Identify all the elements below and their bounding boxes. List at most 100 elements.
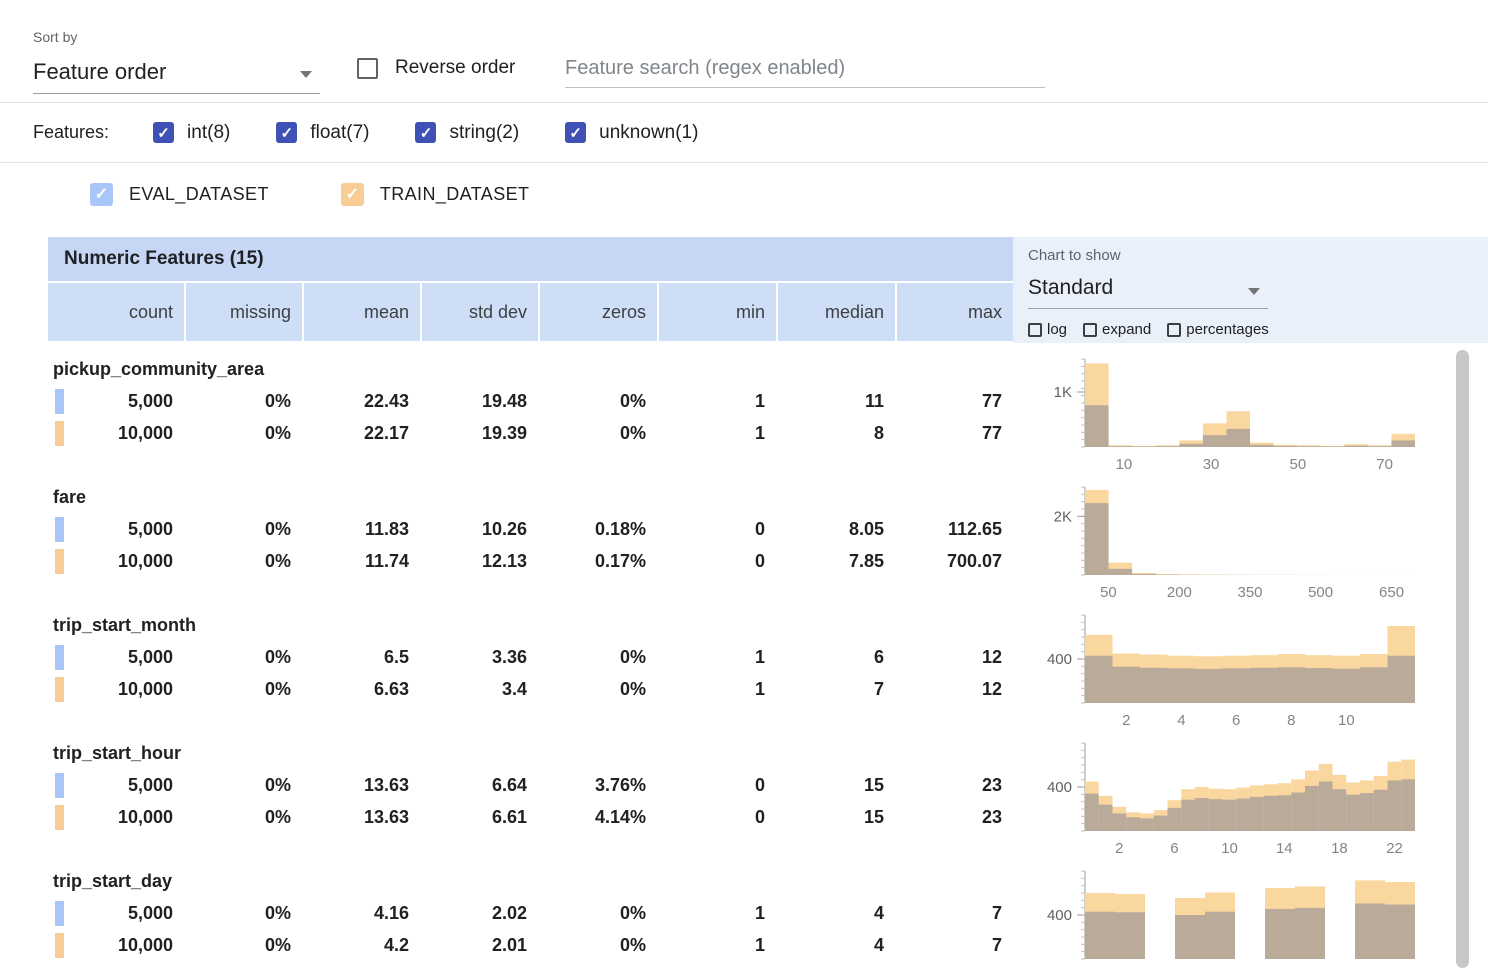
dataset-toggle-train[interactable]: ✓TRAIN_DATASET <box>341 183 530 206</box>
checkbox-checked-icon[interactable]: ✓ <box>90 183 113 206</box>
stat-value: 12 <box>895 673 1013 705</box>
stat-value: 2.01 <box>420 929 538 961</box>
stat-value: 10,000 <box>48 673 184 705</box>
stat-value: 0.17% <box>538 545 657 577</box>
checkbox-unchecked-icon[interactable] <box>1167 323 1181 337</box>
checkbox-checked-icon[interactable]: ✓ <box>276 122 297 143</box>
chart-option-label: expand <box>1102 321 1151 338</box>
checkbox-checked-icon[interactable]: ✓ <box>341 183 364 206</box>
stat-value: 2.02 <box>420 897 538 929</box>
chart-option-expand[interactable]: expand <box>1083 321 1151 338</box>
stats-row-train: 10,0000%22.1719.390%1877 <box>48 417 1013 449</box>
svg-text:30: 30 <box>1203 456 1220 473</box>
svg-text:4: 4 <box>1177 712 1185 729</box>
stat-value: 6.64 <box>420 769 538 801</box>
dataset-marker-train <box>55 421 64 446</box>
svg-text:6: 6 <box>1232 712 1240 729</box>
stat-value: 0% <box>538 929 657 961</box>
stat-value: 4.2 <box>302 929 420 961</box>
svg-text:400: 400 <box>1047 651 1072 668</box>
sort-by-dropdown[interactable]: Feature order <box>33 54 320 94</box>
checkbox-unchecked-icon[interactable] <box>1083 323 1097 337</box>
stat-value: 0 <box>657 513 776 545</box>
feature-search <box>565 50 1045 88</box>
feature-type-filter-list: ✓int(8)✓float(7)✓string(2)✓unknown(1) <box>153 122 744 144</box>
svg-text:18: 18 <box>1331 840 1348 857</box>
chart-options: log expand percentages <box>1028 321 1285 338</box>
svg-text:70: 70 <box>1376 456 1393 473</box>
feature-type-filter-string[interactable]: ✓ string(2) <box>415 122 519 144</box>
stat-value: 4 <box>776 929 895 961</box>
feature-block: trip_start_hour5,0000%13.636.643.76%0152… <box>48 737 1013 865</box>
feature-type-filter-float[interactable]: ✓ float(7) <box>276 122 369 144</box>
feature-type-filter-label: string(2) <box>449 122 519 144</box>
numeric-features-table: Numeric Features (15) countmissingmeanst… <box>48 237 1488 968</box>
dataset-toggle-eval[interactable]: ✓EVAL_DATASET <box>90 183 269 206</box>
stats-row-train: 10,0000%6.633.40%1712 <box>48 673 1013 705</box>
stat-value: 1 <box>657 673 776 705</box>
stat-value: 1 <box>657 417 776 449</box>
stat-value: 13.63 <box>302 769 420 801</box>
chart-option-percentages[interactable]: percentages <box>1167 321 1269 338</box>
chart-option-log[interactable]: log <box>1028 321 1067 338</box>
svg-text:10: 10 <box>1116 456 1133 473</box>
feature-histogram: 400 <box>1013 865 1488 968</box>
stat-value: 8.05 <box>776 513 895 545</box>
svg-text:6: 6 <box>1170 840 1178 857</box>
stats-row-eval: 5,0000%11.8310.260.18%08.05112.65 <box>48 513 1013 545</box>
svg-text:14: 14 <box>1276 840 1293 857</box>
features-label: Features: <box>33 122 109 143</box>
dataset-marker-eval <box>55 389 64 414</box>
stat-value: 700.07 <box>895 545 1013 577</box>
reverse-order-control[interactable]: Reverse order <box>357 57 515 79</box>
histogram-svg: 4002610141822 <box>1027 737 1467 865</box>
stat-value: 5,000 <box>48 513 184 545</box>
dropdown-arrow-icon <box>1248 288 1260 295</box>
scrollbar-thumb[interactable] <box>1456 350 1469 968</box>
stat-value: 0% <box>538 417 657 449</box>
chart-type-dropdown[interactable]: Standard <box>1028 271 1268 309</box>
chart-controls-panel: Chart to show Standard log expand percenta… <box>1013 237 1488 343</box>
stat-value: 22.17 <box>302 417 420 449</box>
stat-value: 0% <box>538 385 657 417</box>
feature-type-filter-unknown[interactable]: ✓unknown(1) <box>565 122 698 144</box>
stat-value: 5,000 <box>48 641 184 673</box>
stats-row-eval: 5,0000%13.636.643.76%01523 <box>48 769 1013 801</box>
feature-type-filter-int[interactable]: ✓int(8) <box>153 122 230 144</box>
feature-block: fare5,0000%11.8310.260.18%08.05112.6510,… <box>48 481 1013 609</box>
feature-search-input[interactable] <box>565 50 1045 88</box>
dataset-marker-eval <box>55 773 64 798</box>
table-headers: Numeric Features (15) countmissingmeanst… <box>48 237 1013 343</box>
stat-value: 0% <box>184 897 302 929</box>
feature-type-filter-bar: Features: ✓int(8)✓float(7)✓string(2)✓unk… <box>0 103 1488 163</box>
chart-to-show-label: Chart to show <box>1028 247 1121 264</box>
sort-by-label: Sort by <box>33 29 77 45</box>
stat-value: 0% <box>538 673 657 705</box>
stat-value: 0% <box>184 417 302 449</box>
histogram-svg: 400246810 <box>1027 609 1467 737</box>
checkbox-unchecked-icon[interactable] <box>1028 323 1042 337</box>
stat-value: 11 <box>776 385 895 417</box>
stat-value: 1 <box>657 929 776 961</box>
stat-value: 8 <box>776 417 895 449</box>
sort-by-value: Feature order <box>33 59 166 84</box>
reverse-order-checkbox[interactable] <box>357 58 378 79</box>
stat-value: 19.48 <box>420 385 538 417</box>
stat-value: 23 <box>895 801 1013 833</box>
histogram-svg: 400 <box>1027 865 1467 968</box>
stat-value: 0% <box>184 769 302 801</box>
stat-value: 7 <box>776 673 895 705</box>
column-header-count: count <box>48 283 184 341</box>
stat-value: 6.61 <box>420 801 538 833</box>
stat-value: 0 <box>657 801 776 833</box>
stat-value: 77 <box>895 385 1013 417</box>
svg-text:350: 350 <box>1237 584 1262 601</box>
checkbox-checked-icon[interactable]: ✓ <box>415 122 436 143</box>
feature-type-filter-label: float(7) <box>310 122 369 144</box>
stat-value: 10.26 <box>420 513 538 545</box>
checkbox-checked-icon[interactable]: ✓ <box>565 122 586 143</box>
svg-text:10: 10 <box>1338 712 1355 729</box>
checkbox-checked-icon[interactable]: ✓ <box>153 122 174 143</box>
stats-row-train: 10,0000%13.636.614.14%01523 <box>48 801 1013 833</box>
table-title: Numeric Features (15) <box>48 237 1013 283</box>
